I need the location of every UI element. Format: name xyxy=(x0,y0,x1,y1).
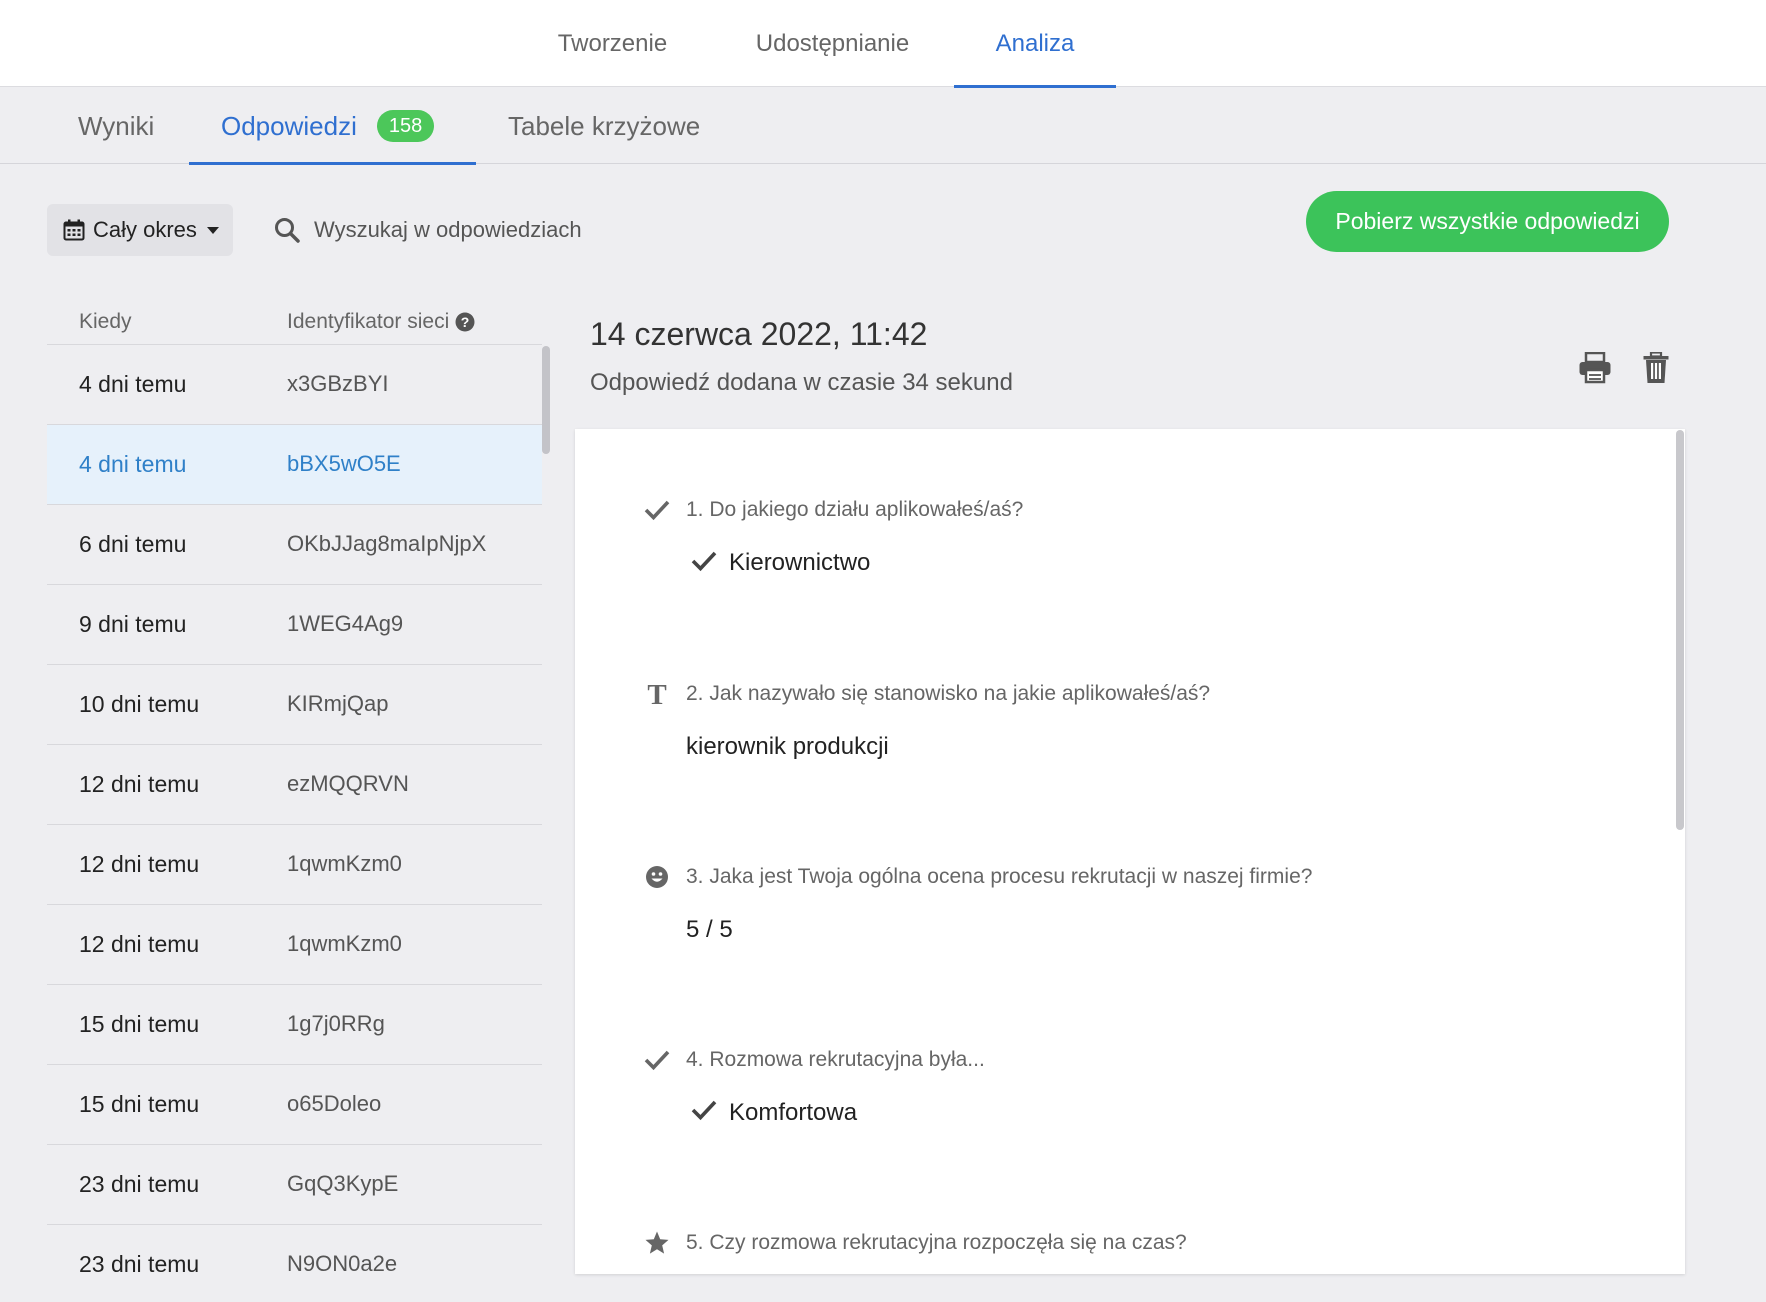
responses-list: Kiedy Identyfikator sieci ? 4 dni temu x3… xyxy=(47,298,542,1302)
row-network-id: N9ON0a2e xyxy=(287,1251,398,1276)
svg-text:?: ? xyxy=(461,314,470,330)
text-icon: T xyxy=(643,680,671,708)
question-text: 2. Jak nazywało się stanowisko na jakie … xyxy=(686,682,1211,705)
svg-text:T: T xyxy=(647,681,666,707)
row-when: 15 dni temu xyxy=(79,1091,200,1117)
check-icon xyxy=(691,550,717,576)
list-row[interactable]: 10 dni temu KIRmjQap xyxy=(47,665,542,745)
tab-udostepnianie[interactable]: Udostępnianie xyxy=(735,0,930,87)
row-network-id: KIRmjQap xyxy=(287,691,389,716)
check-icon xyxy=(643,496,671,524)
row-when: 12 dni temu xyxy=(79,851,200,877)
list-scrollbar[interactable] xyxy=(542,346,550,454)
list-row[interactable]: 12 dni temu ezMQQRVN xyxy=(47,745,542,825)
help-icon[interactable]: ? xyxy=(455,312,475,332)
question-text: 4. Rozmowa rekrutacyjna była... xyxy=(686,1048,985,1071)
list-row[interactable]: 12 dni temu 1qwmKzm0 xyxy=(47,825,542,905)
print-icon[interactable] xyxy=(1578,352,1612,384)
list-row-selected[interactable]: 4 dni temu bBX5wO5E xyxy=(47,425,542,505)
row-network-id: GqQ3KypE xyxy=(287,1171,399,1196)
row-network-id: bBX5wO5E xyxy=(287,451,401,476)
tab-odpowiedzi[interactable]: Odpowiedzi 158 xyxy=(189,88,476,165)
row-network-id: 1g7j0RRg xyxy=(287,1011,385,1036)
list-header: Kiedy Identyfikator sieci ? xyxy=(47,298,542,345)
row-network-id: ezMQQRVN xyxy=(287,771,409,796)
column-header-network-id: Identyfikator sieci ? xyxy=(287,310,475,334)
row-when: 23 dni temu xyxy=(79,1251,200,1277)
row-network-id: o65Doleo xyxy=(287,1091,382,1116)
responses-count-badge: 158 xyxy=(376,110,435,142)
list-row[interactable]: 4 dni temu x3GBzBYI xyxy=(47,345,542,425)
smiley-icon xyxy=(643,863,671,891)
row-when: 9 dni temu xyxy=(79,611,187,637)
sub-navigation: Wyniki Odpowiedzi 158 Tabele krzyżowe xyxy=(0,88,1766,165)
tab-tworzenie[interactable]: Tworzenie xyxy=(530,0,695,87)
row-network-id: x3GBzBYI xyxy=(287,371,389,396)
star-icon xyxy=(643,1229,671,1257)
search-input[interactable] xyxy=(314,217,754,243)
calendar-icon xyxy=(63,219,85,241)
answer-text: Kierownictwo xyxy=(729,549,871,576)
tab-odpowiedzi-label: Odpowiedzi xyxy=(221,110,357,141)
download-all-button[interactable]: Pobierz wszystkie odpowiedzi xyxy=(1306,191,1669,252)
search-bar xyxy=(274,207,774,253)
row-when: 12 dni temu xyxy=(79,771,200,797)
row-when: 12 dni temu xyxy=(79,931,200,957)
row-network-id: 1WEG4Ag9 xyxy=(287,611,404,636)
row-when: 4 dni temu xyxy=(79,371,187,397)
row-network-id: 1qwmKzm0 xyxy=(287,931,402,956)
trash-icon[interactable] xyxy=(1643,352,1669,384)
row-when: 15 dni temu xyxy=(79,1011,200,1037)
search-icon xyxy=(274,217,300,243)
list-row[interactable]: 15 dni temu 1g7j0RRg xyxy=(47,985,542,1065)
list-row[interactable]: 12 dni temu 1qwmKzm0 xyxy=(47,905,542,985)
check-icon xyxy=(691,1099,717,1125)
answer-text: 5 / 5 xyxy=(686,916,733,943)
answer-text: Komfortowa xyxy=(729,1099,858,1126)
detail-scrollbar[interactable] xyxy=(1676,430,1684,830)
period-label: Cały okres xyxy=(93,217,197,242)
row-when: 23 dni temu xyxy=(79,1171,200,1197)
response-duration: Odpowiedź dodana w czasie 34 sekund xyxy=(590,369,1013,396)
question-text: 3. Jaka jest Twoja ogólna ocena procesu … xyxy=(686,865,1313,888)
question-text: 5. Czy rozmowa rekrutacyjna rozpoczęła s… xyxy=(686,1231,1187,1254)
list-row[interactable]: 6 dni temu OKbJJag8maIpNjpX xyxy=(47,505,542,585)
row-when: 10 dni temu xyxy=(79,691,200,717)
answer-text: kierownik produkcji xyxy=(686,733,889,760)
row-when: 4 dni temu xyxy=(79,451,187,477)
list-row[interactable]: 23 dni temu GqQ3KypE xyxy=(47,1145,542,1225)
tab-tabele-krzyzowe[interactable]: Tabele krzyżowe xyxy=(508,88,700,164)
row-network-id: 1qwmKzm0 xyxy=(287,851,402,876)
chevron-down-icon xyxy=(206,226,219,234)
row-network-id: OKbJJag8maIpNjpX xyxy=(287,531,487,556)
row-when: 6 dni temu xyxy=(79,531,187,557)
question-text: 1. Do jakiego działu aplikowałeś/aś? xyxy=(686,498,1024,521)
list-row[interactable]: 15 dni temu o65Doleo xyxy=(47,1065,542,1145)
tab-analiza[interactable]: Analiza xyxy=(954,0,1116,88)
column-header-when: Kiedy xyxy=(79,310,132,333)
column-header-network-id-label: Identyfikator sieci xyxy=(287,310,450,333)
response-detail-panel: 1. Do jakiego działu aplikowałeś/aś? Kie… xyxy=(575,429,1685,1274)
tab-wyniki[interactable]: Wyniki xyxy=(78,88,154,164)
period-dropdown[interactable]: Cały okres xyxy=(47,204,233,256)
response-date: 14 czerwca 2022, 11:42 xyxy=(590,316,928,352)
list-row[interactable]: 9 dni temu 1WEG4Ag9 xyxy=(47,585,542,665)
top-navigation: Tworzenie Udostępnianie Analiza xyxy=(0,0,1766,88)
check-icon xyxy=(643,1046,671,1074)
list-row[interactable]: 23 dni temu N9ON0a2e xyxy=(47,1225,542,1302)
